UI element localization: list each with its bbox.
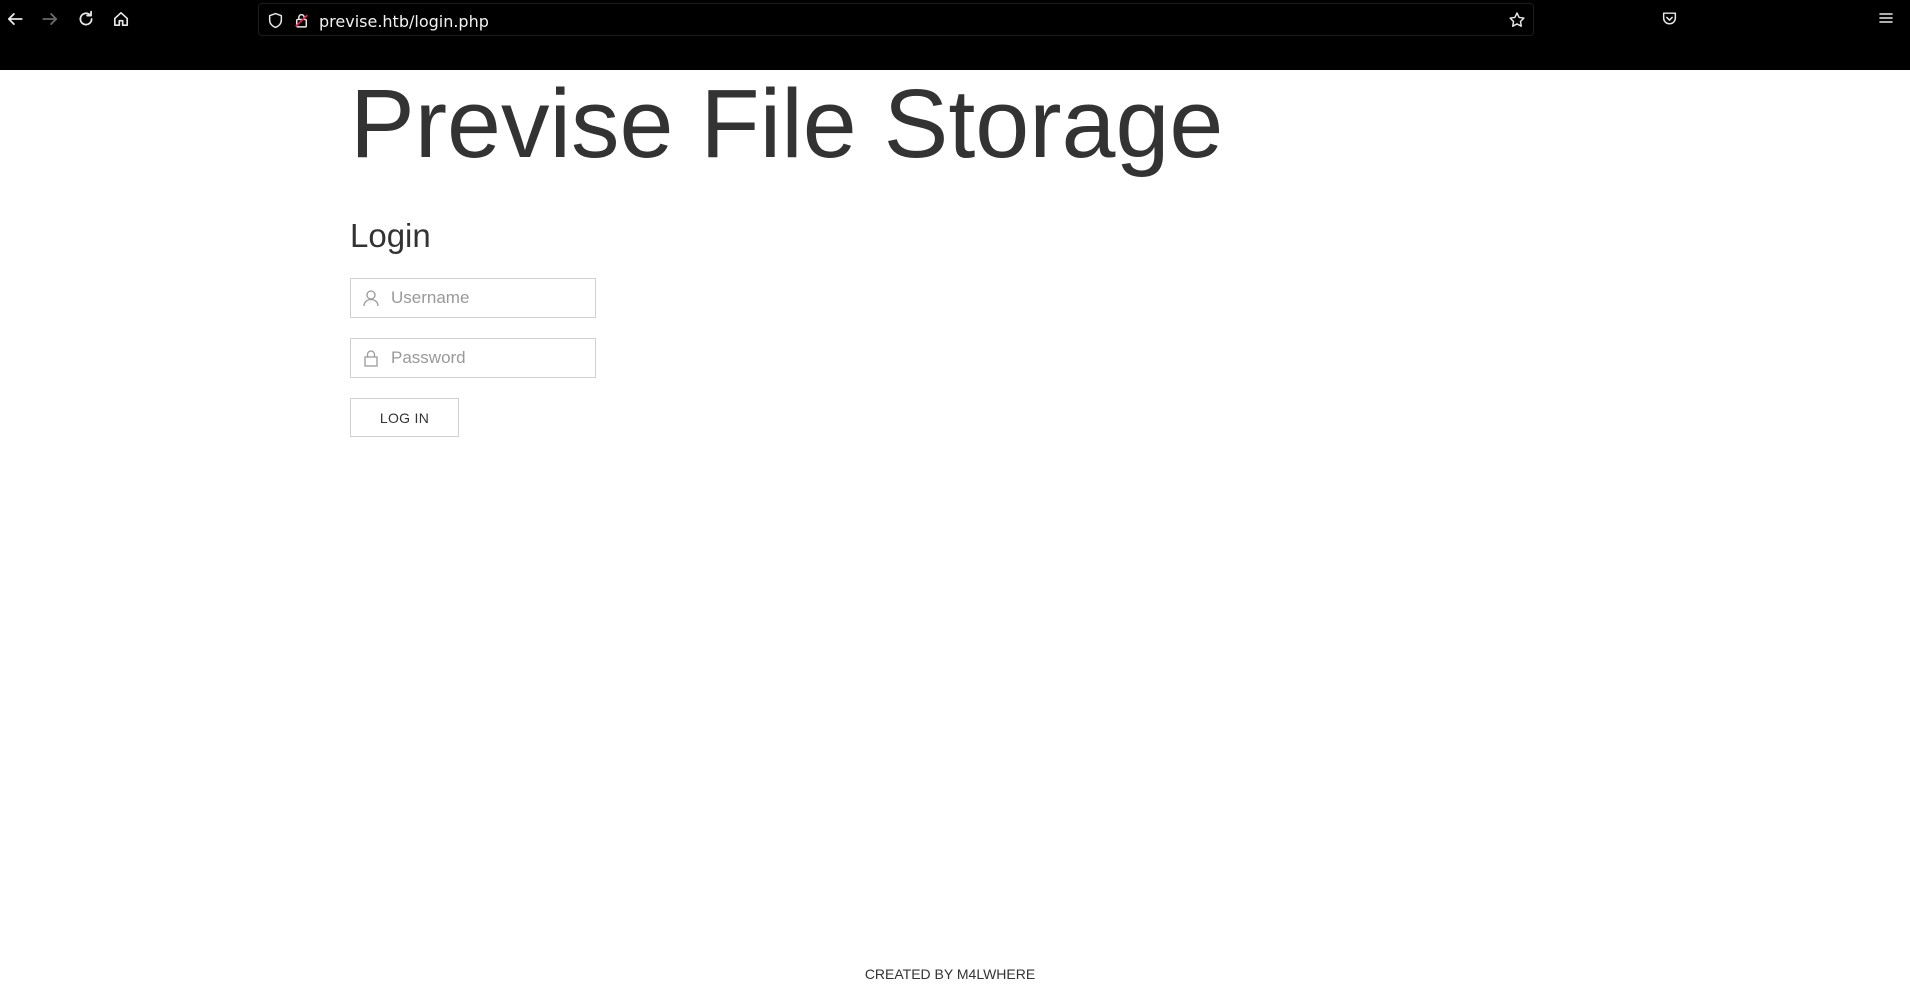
forward-button[interactable]	[37, 6, 63, 32]
hamburger-menu-icon[interactable]	[1876, 8, 1896, 28]
login-heading: Login	[350, 217, 431, 254]
user-icon	[361, 288, 381, 308]
back-button[interactable]	[2, 6, 28, 32]
pocket-icon[interactable]	[1659, 8, 1679, 28]
reload-icon	[79, 10, 93, 26]
arrow-right-icon	[42, 13, 58, 25]
shield-icon[interactable]	[266, 11, 284, 29]
browser-toolbar: previse.htb/login.php	[0, 0, 1910, 70]
password-input[interactable]	[391, 339, 591, 377]
home-icon	[113, 11, 129, 27]
username-input[interactable]	[391, 279, 591, 317]
home-button[interactable]	[108, 6, 134, 32]
reload-button[interactable]	[73, 6, 99, 32]
padlock-icon	[361, 348, 381, 368]
url-text[interactable]: previse.htb/login.php	[319, 12, 489, 31]
footer-credit: CREATED BY M4LWHERE	[864, 966, 1036, 982]
password-field[interactable]	[350, 338, 596, 378]
url-bar[interactable]: previse.htb/login.php	[258, 3, 1534, 36]
username-field[interactable]	[350, 278, 596, 318]
lock-icon[interactable]	[292, 11, 310, 29]
arrow-left-icon	[7, 13, 23, 25]
login-button[interactable]: LOG IN	[350, 398, 459, 437]
star-icon[interactable]	[1507, 10, 1527, 30]
site-title: Previse File Storage	[350, 69, 1224, 178]
